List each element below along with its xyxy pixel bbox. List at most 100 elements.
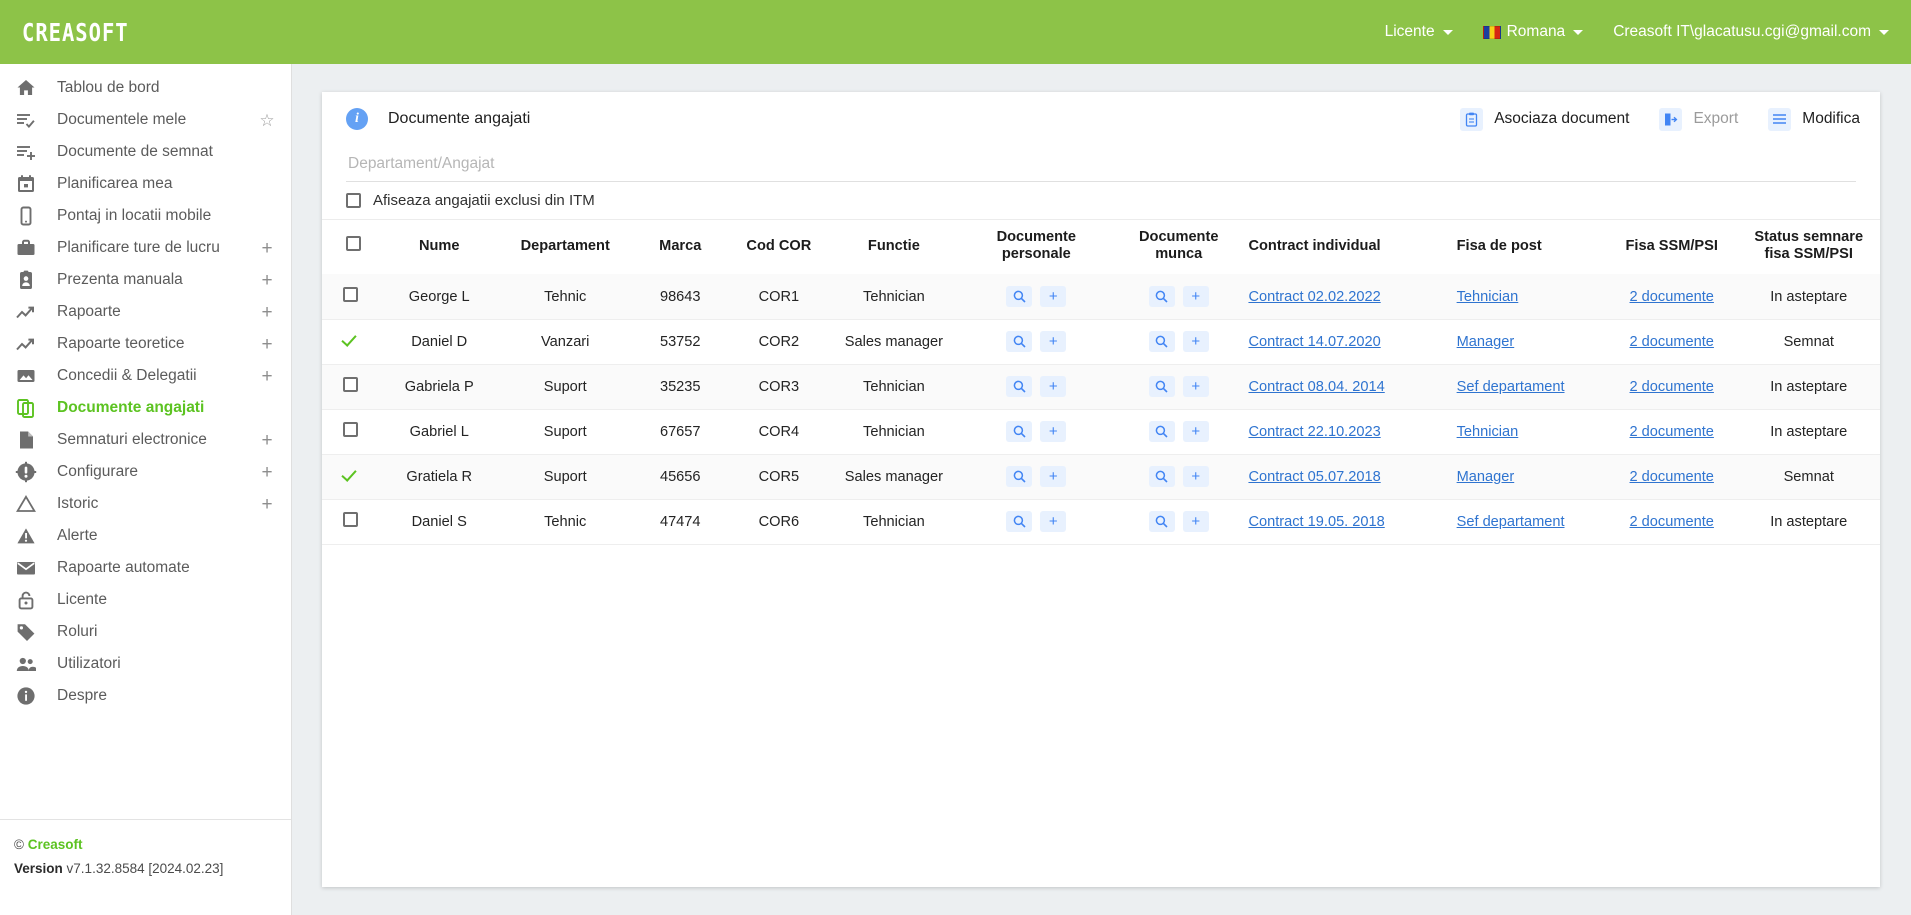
sidebar-item-rapoarte-teoretice[interactable]: Rapoarte teoretice + bbox=[0, 328, 291, 360]
favorite-star-icon[interactable]: ☆ bbox=[259, 112, 275, 129]
sidebar-item-planificarea-mea[interactable]: Planificarea mea bbox=[0, 168, 291, 200]
select-all-checkbox[interactable] bbox=[346, 236, 361, 252]
add-documente-personale-button[interactable]: + bbox=[1040, 466, 1067, 488]
contract-link[interactable]: Contract 05.07.2018 bbox=[1248, 469, 1380, 485]
expand-plus-icon[interactable]: + bbox=[259, 463, 275, 482]
contract-link[interactable]: Contract 14.07.2020 bbox=[1248, 334, 1380, 350]
sidebar-item-rapoarte[interactable]: Rapoarte + bbox=[0, 296, 291, 328]
expand-plus-icon[interactable]: + bbox=[259, 495, 275, 514]
table-row[interactable]: Gabriela P Suport 35235 COR3 Tehnician + + Cont… bbox=[322, 364, 1880, 410]
view-documente-munca-button[interactable] bbox=[1148, 286, 1175, 308]
expand-plus-icon[interactable]: + bbox=[259, 239, 275, 258]
fisa-ssm-link[interactable]: 2 documente bbox=[1630, 469, 1714, 485]
sidebar-item-alerte[interactable]: Alerte bbox=[0, 520, 291, 552]
contract-link[interactable]: Contract 19.05. 2018 bbox=[1248, 514, 1384, 530]
row-selected-check-icon[interactable] bbox=[341, 467, 359, 482]
view-documente-personale-button[interactable] bbox=[1006, 286, 1033, 308]
row-select-cell[interactable] bbox=[322, 274, 379, 319]
view-documente-personale-button[interactable] bbox=[1006, 376, 1033, 398]
view-documente-munca-button[interactable] bbox=[1148, 466, 1175, 488]
fisa-post-link[interactable]: Sef departament bbox=[1457, 379, 1565, 395]
contract-link[interactable]: Contract 02.02.2022 bbox=[1248, 289, 1380, 305]
add-documente-personale-button[interactable]: + bbox=[1040, 331, 1067, 353]
row-checkbox[interactable] bbox=[342, 422, 358, 438]
itm-checkbox[interactable] bbox=[346, 193, 361, 208]
sidebar-item-configurare[interactable]: Configurare + bbox=[0, 456, 291, 488]
sidebar-item-licente[interactable]: Licente bbox=[0, 584, 291, 616]
row-selected-check-icon[interactable] bbox=[341, 332, 359, 347]
fisa-ssm-link[interactable]: 2 documente bbox=[1630, 514, 1714, 530]
fisa-post-link[interactable]: Sef departament bbox=[1457, 514, 1565, 530]
add-documente-munca-button[interactable]: + bbox=[1182, 286, 1209, 308]
search-input[interactable] bbox=[346, 146, 1856, 182]
col-cod-cor[interactable]: Cod COR bbox=[730, 220, 829, 274]
add-documente-munca-button[interactable]: + bbox=[1182, 376, 1209, 398]
add-documente-personale-button[interactable]: + bbox=[1040, 286, 1067, 308]
asociaza-document-button[interactable]: Asociaza document bbox=[1460, 107, 1629, 131]
table-row[interactable]: Gratiela R Suport 45656 COR5 Sales manager + +… bbox=[322, 454, 1880, 500]
row-checkbox[interactable] bbox=[342, 512, 358, 528]
sidebar-item-semnaturi-electronice[interactable]: Semnaturi electronice + bbox=[0, 424, 291, 456]
fisa-post-link[interactable]: Manager bbox=[1457, 334, 1515, 350]
fisa-post-link[interactable]: Tehnician bbox=[1457, 289, 1519, 305]
sidebar-item-prezenta-manuala[interactable]: Prezenta manuala + bbox=[0, 264, 291, 296]
topnav-user-account[interactable]: Creasoft IT\glacatusu.cgi@gmail.com bbox=[1613, 23, 1889, 41]
sidebar-item-roluri[interactable]: Roluri bbox=[0, 616, 291, 648]
row-checkbox[interactable] bbox=[342, 377, 358, 393]
row-select-cell[interactable] bbox=[322, 364, 379, 409]
view-documente-personale-button[interactable] bbox=[1006, 421, 1033, 443]
col-status-semnare[interactable]: Status semnare fisa SSM/PSI bbox=[1737, 220, 1880, 274]
add-documente-personale-button[interactable]: + bbox=[1040, 421, 1067, 443]
topnav-language[interactable]: Romana bbox=[1482, 23, 1584, 41]
row-checkbox[interactable] bbox=[342, 287, 358, 303]
table-row[interactable]: Daniel D Vanzari 53752 COR2 Sales manager + + C… bbox=[322, 319, 1880, 365]
add-documente-munca-button[interactable]: + bbox=[1182, 331, 1209, 353]
sidebar-item-documente-de-semnat[interactable]: Documente de semnat bbox=[0, 136, 291, 168]
add-documente-munca-button[interactable]: + bbox=[1182, 421, 1209, 443]
fisa-ssm-link[interactable]: 2 documente bbox=[1630, 334, 1714, 350]
sidebar-item-pontaj-in-locatii-mobile[interactable]: Pontaj in locatii mobile bbox=[0, 200, 291, 232]
expand-plus-icon[interactable]: + bbox=[259, 335, 275, 354]
col-documente-munca[interactable]: Documente munca bbox=[1113, 220, 1244, 274]
col-departament[interactable]: Departament bbox=[499, 220, 630, 274]
table-row[interactable]: Gabriel L Suport 67657 COR4 Tehnician + + Contr… bbox=[322, 409, 1880, 455]
fisa-post-link[interactable]: Tehnician bbox=[1457, 424, 1519, 440]
sidebar-item-tablou-de-bord[interactable]: Tablou de bord bbox=[0, 72, 291, 104]
export-button[interactable]: Export bbox=[1659, 107, 1738, 131]
topnav-licente[interactable]: Licente bbox=[1385, 23, 1453, 41]
contract-link[interactable]: Contract 22.10.2023 bbox=[1248, 424, 1380, 440]
add-documente-personale-button[interactable]: + bbox=[1040, 376, 1067, 398]
contract-link[interactable]: Contract 08.04. 2014 bbox=[1248, 379, 1384, 395]
view-documente-munca-button[interactable] bbox=[1148, 376, 1175, 398]
expand-plus-icon[interactable]: + bbox=[259, 303, 275, 322]
col-fisa-de-post[interactable]: Fisa de post bbox=[1453, 220, 1606, 274]
view-documente-munca-button[interactable] bbox=[1148, 421, 1175, 443]
col-marca[interactable]: Marca bbox=[631, 220, 730, 274]
row-select-cell[interactable] bbox=[322, 499, 379, 544]
expand-plus-icon[interactable]: + bbox=[259, 271, 275, 290]
table-row[interactable]: George L Tehnic 98643 COR1 Tehnician + + Contra… bbox=[322, 274, 1880, 320]
table-row[interactable]: Daniel S Tehnic 47474 COR6 Tehnician + + Contra… bbox=[322, 499, 1880, 545]
expand-plus-icon[interactable]: + bbox=[259, 367, 275, 386]
view-documente-personale-button[interactable] bbox=[1006, 511, 1033, 533]
sidebar-item-concedii-delegatii[interactable]: Concedii & Delegatii + bbox=[0, 360, 291, 392]
fisa-post-link[interactable]: Manager bbox=[1457, 469, 1515, 485]
app-logo[interactable]: CREASOFT bbox=[22, 18, 129, 47]
col-documente-personale[interactable]: Documente personale bbox=[960, 220, 1113, 274]
view-documente-personale-button[interactable] bbox=[1006, 331, 1033, 353]
col-fisa-ssm-psi[interactable]: Fisa SSM/PSI bbox=[1606, 220, 1737, 274]
sidebar-item-despre[interactable]: Despre bbox=[0, 680, 291, 712]
sidebar-item-istoric[interactable]: Istoric + bbox=[0, 488, 291, 520]
add-documente-munca-button[interactable]: + bbox=[1182, 511, 1209, 533]
sidebar-item-utilizatori[interactable]: Utilizatori bbox=[0, 648, 291, 680]
sidebar-item-documente-angajati[interactable]: Documente angajati bbox=[0, 392, 291, 424]
view-documente-personale-button[interactable] bbox=[1006, 466, 1033, 488]
view-documente-munca-button[interactable] bbox=[1148, 511, 1175, 533]
fisa-ssm-link[interactable]: 2 documente bbox=[1630, 289, 1714, 305]
fisa-ssm-link[interactable]: 2 documente bbox=[1630, 379, 1714, 395]
sidebar-item-rapoarte-automate[interactable]: Rapoarte automate bbox=[0, 552, 291, 584]
col-functie[interactable]: Functie bbox=[828, 220, 959, 274]
fisa-ssm-link[interactable]: 2 documente bbox=[1630, 424, 1714, 440]
modifica-button[interactable]: Modifica bbox=[1768, 107, 1860, 131]
sidebar-item-planificare-ture-de-lucru[interactable]: Planificare ture de lucru + bbox=[0, 232, 291, 264]
